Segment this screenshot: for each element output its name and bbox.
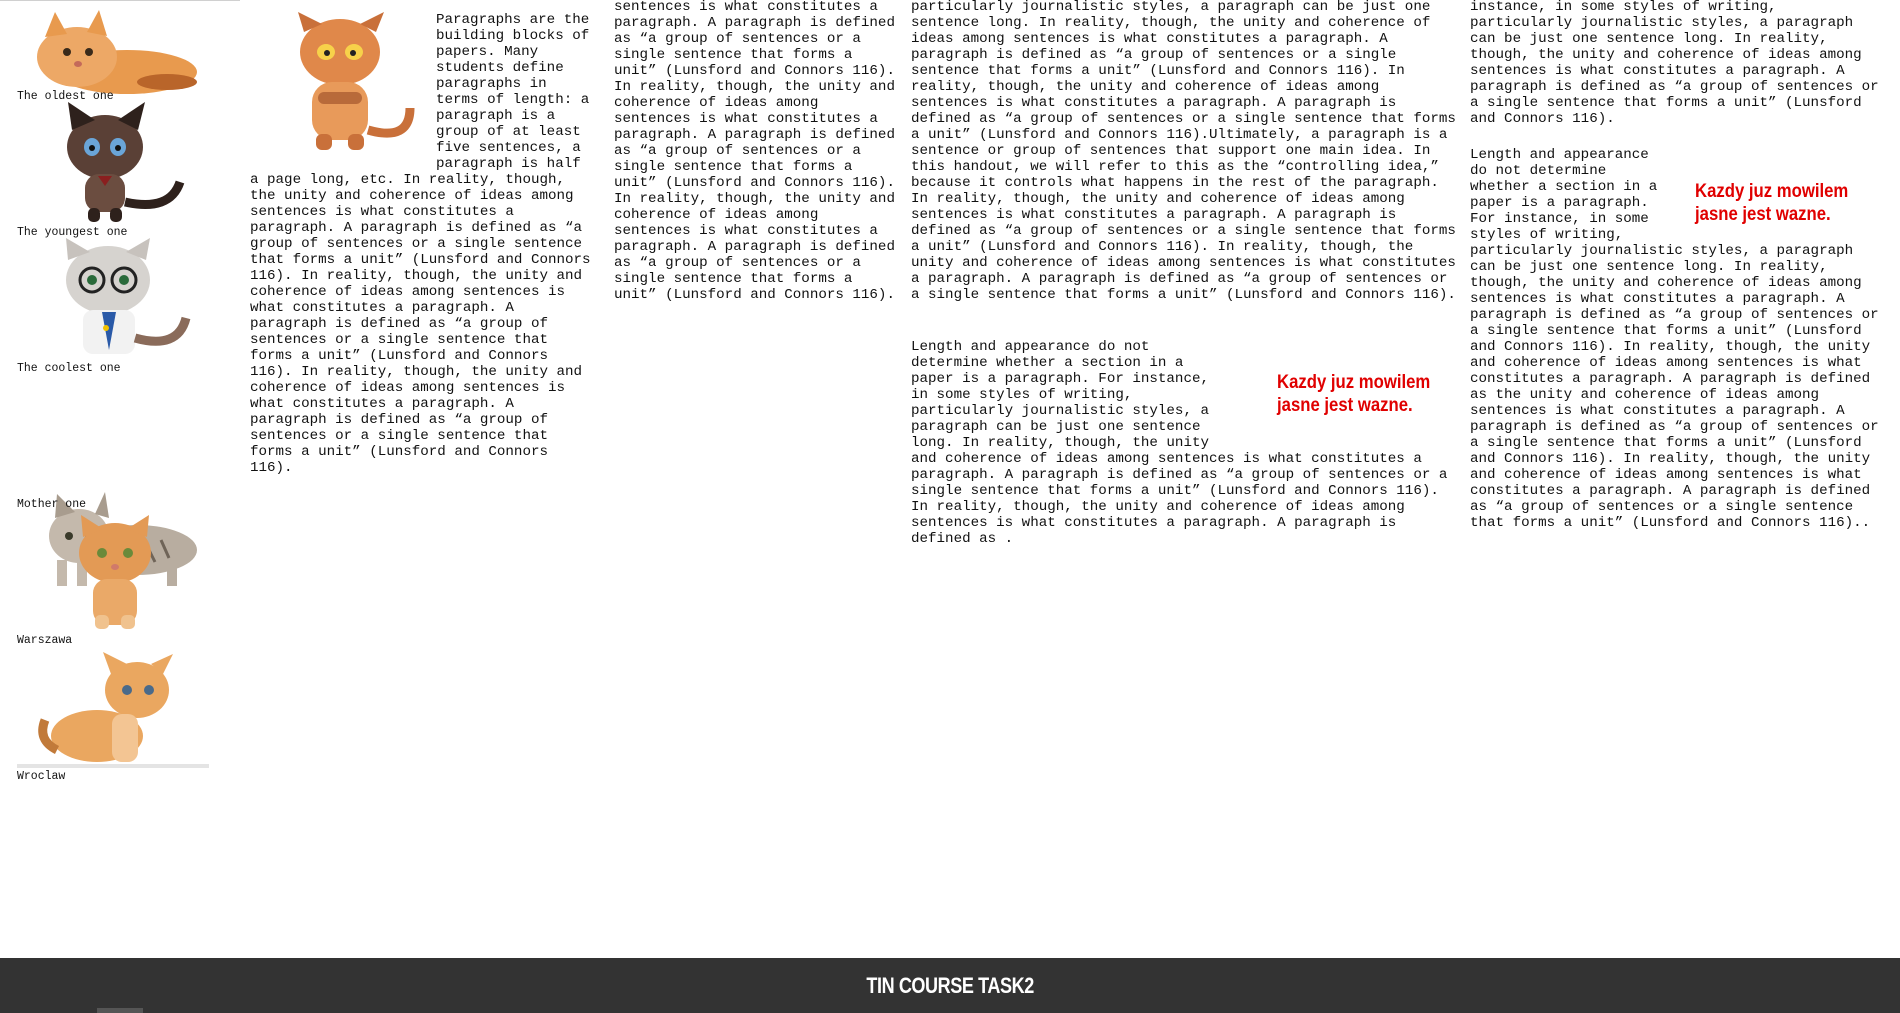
article-paragraph: sentences is what constitutes a paragrap… <box>614 0 895 303</box>
article-column-2: sentences is what constitutes a paragrap… <box>614 0 899 303</box>
article-paragraph: Length and appearance do not determine w… <box>911 339 1209 451</box>
kitten-image-oldest <box>17 2 209 96</box>
article-paragraph: particularly journalistic styles, a para… <box>1470 243 1879 531</box>
article-paragraph: instance, in some styles of writing, par… <box>1470 0 1879 127</box>
red-note-1: Kazdy juz mowilem jasne jest wazne. <box>1277 372 1431 416</box>
divider <box>0 0 240 1</box>
kitten-caption: Mother one <box>17 498 87 511</box>
kitten-image-wroclaw <box>17 650 209 768</box>
page-footer: TIN COURSE TASK2 <box>0 958 1900 1013</box>
kitten-caption: The coolest one <box>17 362 121 375</box>
kitten-image-coolest <box>38 238 193 360</box>
kitten-image-youngest <box>50 102 190 224</box>
article-paragraph: particularly journalistic styles, a para… <box>911 0 1456 303</box>
article-column-1: Paragraphs are the building blocks of pa… <box>250 12 595 476</box>
red-note-2: Kazdy juz mowilem jasne jest wazne. <box>1695 181 1849 225</box>
article-paragraph: and coherence of ideas among sentences i… <box>911 451 1448 547</box>
sidebar-gallery: The oldest one The youngest one The cool… <box>0 0 240 958</box>
article-column-4: instance, in some styles of writing, par… <box>1470 0 1880 127</box>
kitten-image-warszawa <box>55 515 175 633</box>
kitten-caption: Wroclaw <box>17 770 66 783</box>
footer-title: TIN COURSE TASK2 <box>866 972 1034 998</box>
cartoon-cat-image <box>250 12 436 172</box>
footer-tab-indicator <box>97 1008 143 1013</box>
article-column-3: particularly journalistic styles, a para… <box>911 0 1461 303</box>
kitten-caption: Warszawa <box>17 634 73 647</box>
article-paragraph: Length and appearance do not determine w… <box>1470 147 1658 243</box>
